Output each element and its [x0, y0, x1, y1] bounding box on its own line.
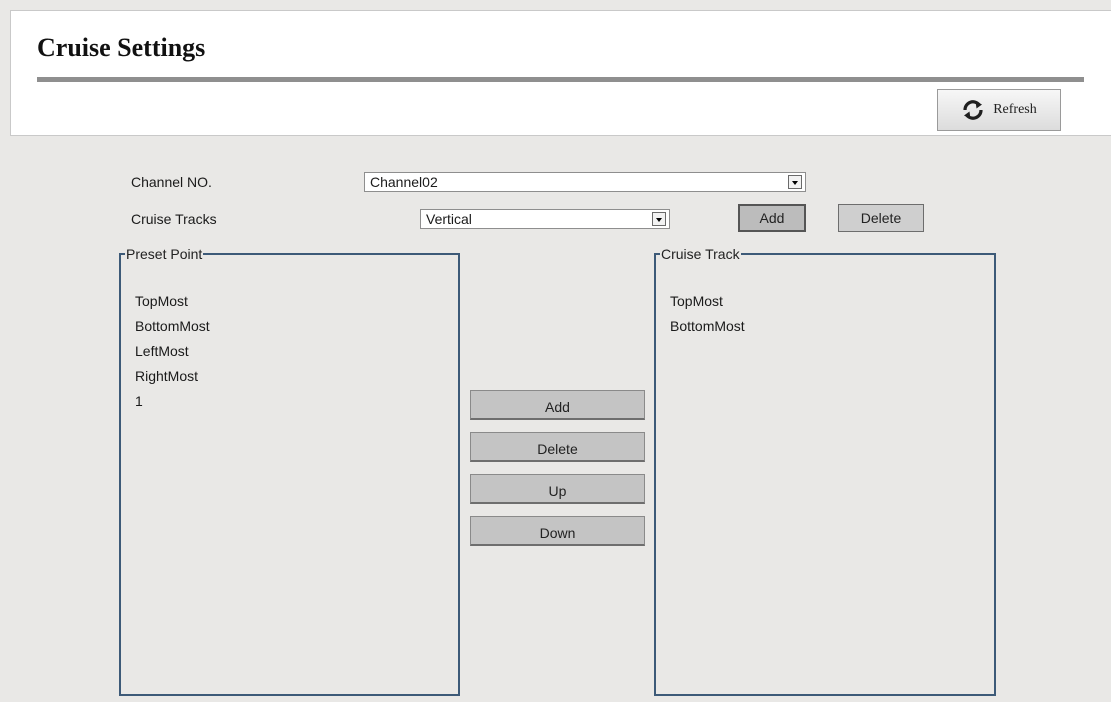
preset-point-legend: Preset Point: [126, 246, 203, 262]
cruise-track-list: TopMost BottomMost: [670, 292, 745, 342]
header-panel: Cruise Settings Refresh: [10, 10, 1111, 136]
move-up-button[interactable]: Up: [470, 474, 645, 504]
channel-select[interactable]: Channel02: [364, 172, 806, 192]
cruise-tracks-select-value: Vertical: [426, 211, 472, 227]
title-divider: [37, 77, 1084, 82]
preset-point-item[interactable]: RightMost: [135, 367, 210, 392]
cruise-track-item[interactable]: BottomMost: [670, 317, 745, 342]
refresh-label: Refresh: [993, 102, 1037, 117]
refresh-button[interactable]: Refresh: [937, 89, 1061, 131]
preset-point-list: TopMost BottomMost LeftMost RightMost 1: [135, 292, 210, 417]
refresh-icon: [961, 99, 985, 121]
cruise-track-group: Cruise Track TopMost BottomMost: [654, 246, 996, 696]
cruise-track-item[interactable]: TopMost: [670, 292, 745, 317]
cruise-tracks-select[interactable]: Vertical: [420, 209, 670, 229]
channel-label: Channel NO.: [131, 174, 212, 190]
preset-point-item[interactable]: 1: [135, 392, 210, 417]
delete-track-button[interactable]: Delete: [838, 204, 924, 232]
add-track-button[interactable]: Add: [738, 204, 806, 232]
cruise-tracks-label: Cruise Tracks: [131, 211, 217, 227]
preset-point-group: Preset Point TopMost BottomMost LeftMost…: [119, 246, 460, 696]
delete-point-button[interactable]: Delete: [470, 432, 645, 462]
cruise-track-legend: Cruise Track: [661, 246, 740, 262]
preset-point-item[interactable]: LeftMost: [135, 342, 210, 367]
dropdown-arrow-icon[interactable]: [788, 175, 802, 189]
move-down-button[interactable]: Down: [470, 516, 645, 546]
page-title: Cruise Settings: [37, 33, 206, 62]
preset-point-item[interactable]: BottomMost: [135, 317, 210, 342]
preset-point-item[interactable]: TopMost: [135, 292, 210, 317]
add-point-button[interactable]: Add: [470, 390, 645, 420]
channel-select-value: Channel02: [370, 174, 438, 190]
dropdown-arrow-icon[interactable]: [652, 212, 666, 226]
